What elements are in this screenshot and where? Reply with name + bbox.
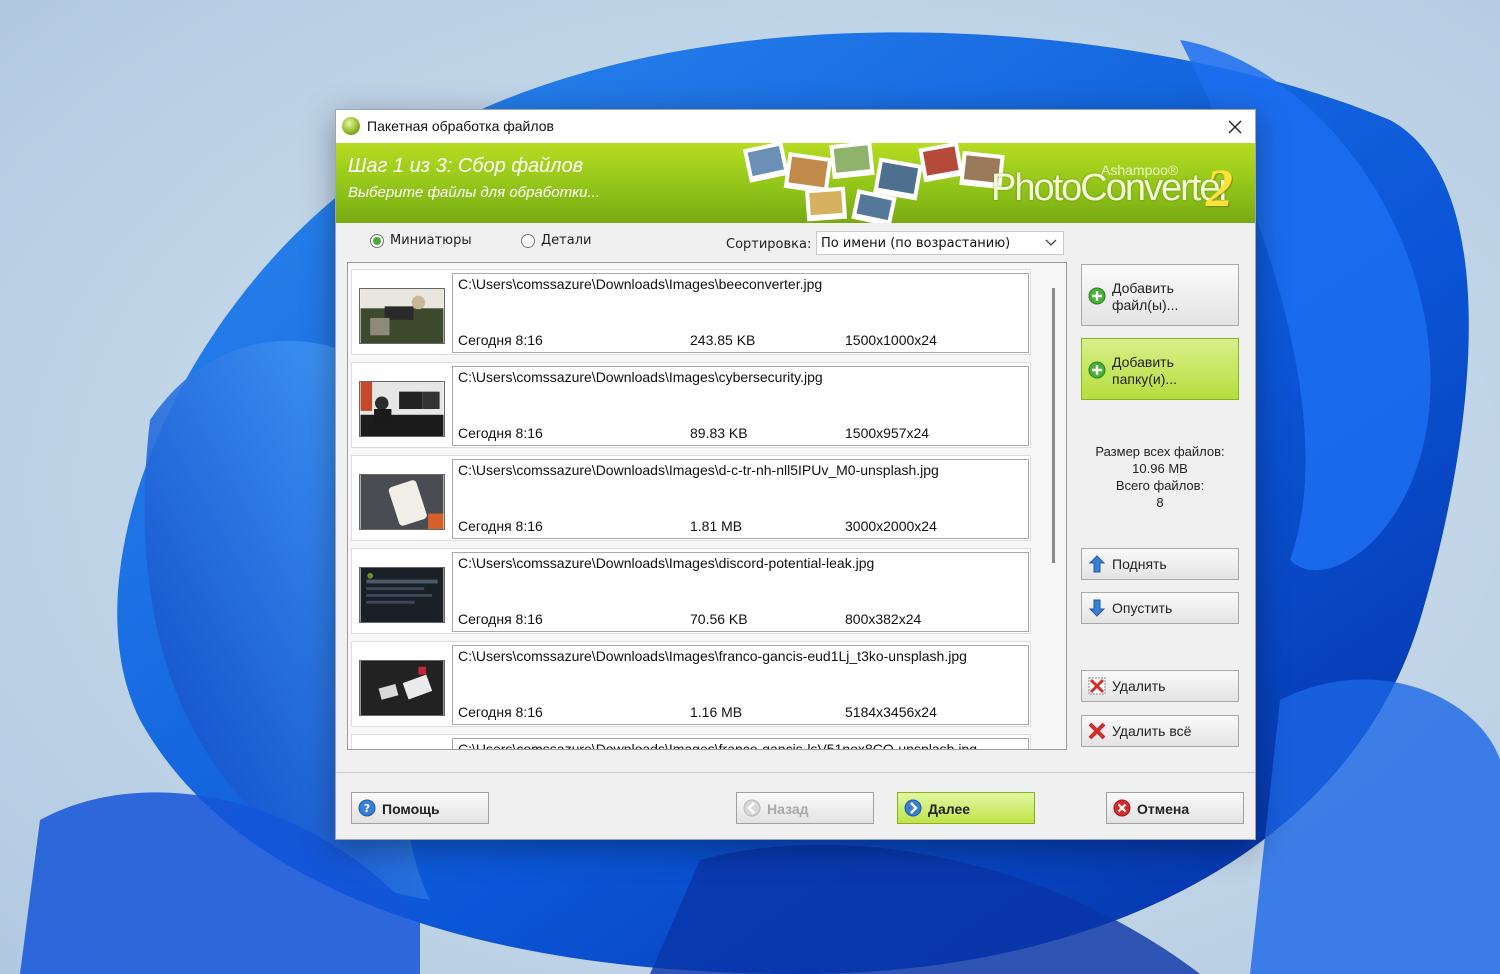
file-dimensions: 3000x2000x24 [845,518,937,534]
remove-all-icon [1088,722,1106,740]
file-info: C:\Users\comssazure\Downloads\Images\fra… [452,738,1029,750]
back-label: Назад [767,801,809,817]
help-button[interactable]: ? Помощь [351,792,489,824]
file-path: C:\Users\comssazure\Downloads\Images\d-c… [458,462,939,478]
chevron-down-icon [1045,239,1057,246]
close-button[interactable] [1215,110,1255,143]
remove-label: Удалить [1112,678,1166,694]
total-count-label: Всего файлов: [1115,478,1205,493]
file-stats: Размер всех файлов: 10.96 MB Всего файло… [1081,443,1239,511]
remove-all-button[interactable]: Удалить всё [1081,715,1239,747]
add-file-icon [1088,287,1106,305]
footer-separator [336,772,1255,773]
file-row[interactable]: C:\Users\comssazure\Downloads\Images\fra… [351,734,1031,750]
step-title: Шаг 1 из 3: Сбор файлов [348,155,584,177]
arrow-up-icon [1088,555,1106,573]
move-down-button[interactable]: Опустить [1081,592,1239,624]
file-size: 70.56 KB [690,611,748,627]
cancel-label: Отмена [1137,801,1190,817]
cancel-icon [1113,799,1131,817]
next-label: Далее [928,801,971,817]
total-count-value: 8 [1156,495,1164,510]
file-thumbnail [359,381,445,437]
file-size: 1.81 MB [690,518,743,534]
list-scrollbar[interactable] [1052,288,1055,563]
file-row[interactable]: C:\Users\comssazure\Downloads\Images\dis… [351,548,1031,634]
batch-processing-window: Пакетная обработка файлов Шаг 1 из 3: Сб… [335,109,1256,840]
move-up-button[interactable]: Поднять [1081,548,1239,580]
window-title: Пакетная обработка файлов [367,118,554,134]
file-info: C:\Users\comssazure\Downloads\Images\d-c… [452,459,1029,539]
view-thumbnails-radio[interactable]: Миниатюры [370,233,472,248]
view-options-bar: Миниатюры Детали Сортировка: По имени (п… [336,225,1255,259]
file-date: Сегодня 8:16 [458,425,543,441]
help-icon: ? [358,799,376,817]
file-info: C:\Users\comssazure\Downloads\Images\bee… [452,273,1029,353]
app-icon [342,117,360,135]
add-folder-icon [1088,361,1106,379]
file-path: C:\Users\comssazure\Downloads\Images\fra… [458,648,967,664]
file-dimensions: 1500x957x24 [845,425,930,441]
file-path: C:\Users\comssazure\Downloads\Images\dis… [458,555,875,571]
file-dimensions: 5184x3456x24 [845,704,937,720]
file-dimensions: 1500x1000x24 [845,332,937,348]
back-button[interactable]: Назад [736,792,874,824]
brand-version: 2 [1206,158,1233,218]
file-thumbnail [359,474,445,530]
remove-all-label: Удалить всё [1112,723,1192,739]
move-up-label: Поднять [1112,556,1167,572]
view-details-label: Детали [541,233,592,248]
file-date: Сегодня 8:16 [458,332,543,348]
file-row[interactable]: C:\Users\comssazure\Downloads\Images\bee… [351,269,1031,355]
total-size-value: 10.96 MB [1132,461,1188,476]
total-size-label: Размер всех файлов: [1095,444,1225,459]
remove-icon [1088,677,1106,695]
add-files-label: Добавить файл(ы)... [1112,280,1179,313]
back-icon [743,799,761,817]
move-down-label: Опустить [1112,600,1173,616]
add-folder-button[interactable]: Добавить папку(и)... [1081,338,1239,400]
file-row[interactable]: C:\Users\comssazure\Downloads\Images\cyb… [351,362,1031,448]
add-folder-label: Добавить папку(и)... [1112,354,1178,387]
file-date: Сегодня 8:16 [458,611,543,627]
brand-photoconverter: PhotoConverter [991,167,1231,209]
svg-text:?: ? [364,802,370,815]
cancel-button[interactable]: Отмена [1106,792,1244,824]
step-subtitle: Выберите файлы для обработки... [348,184,600,201]
file-date: Сегодня 8:16 [458,704,543,720]
sort-dropdown[interactable]: По имени (по возрастанию) [816,231,1064,255]
file-size: 1.16 MB [690,704,743,720]
titlebar: Пакетная обработка файлов [336,110,1255,143]
file-size: 243.85 KB [690,332,756,348]
file-thumbnail [359,660,445,716]
step-banner: Шаг 1 из 3: Сбор файлов Выберите файлы д… [336,143,1255,223]
view-details-radio[interactable]: Детали [521,233,591,248]
sort-value: По имени (по возрастанию) [821,236,1011,251]
next-icon [904,799,922,817]
arrow-down-icon [1088,599,1106,617]
file-thumbnail [359,288,445,344]
next-button[interactable]: Далее [897,792,1035,824]
file-thumbnail [359,567,445,623]
radio-unselected-icon [521,233,535,248]
file-list[interactable]: C:\Users\comssazure\Downloads\Images\bee… [347,262,1067,750]
file-row[interactable]: C:\Users\comssazure\Downloads\Images\d-c… [351,455,1031,541]
file-info: C:\Users\comssazure\Downloads\Images\fra… [452,645,1029,725]
file-path: C:\Users\comssazure\Downloads\Images\fra… [458,741,978,750]
sort-label: Сортировка: [726,237,812,252]
file-dimensions: 800x382x24 [845,611,922,627]
file-row[interactable]: C:\Users\comssazure\Downloads\Images\fra… [351,641,1031,727]
file-size: 89.83 KB [690,425,748,441]
file-path: C:\Users\comssazure\Downloads\Images\bee… [458,276,823,292]
view-thumbnails-label: Миниатюры [390,233,472,248]
close-icon [1228,120,1242,133]
radio-selected-icon [370,233,384,248]
file-path: C:\Users\comssazure\Downloads\Images\cyb… [458,369,823,385]
help-label: Помощь [382,801,440,817]
add-files-button[interactable]: Добавить файл(ы)... [1081,264,1239,326]
file-info: C:\Users\comssazure\Downloads\Images\cyb… [452,366,1029,446]
file-date: Сегодня 8:16 [458,518,543,534]
remove-button[interactable]: Удалить [1081,670,1239,702]
file-info: C:\Users\comssazure\Downloads\Images\dis… [452,552,1029,632]
